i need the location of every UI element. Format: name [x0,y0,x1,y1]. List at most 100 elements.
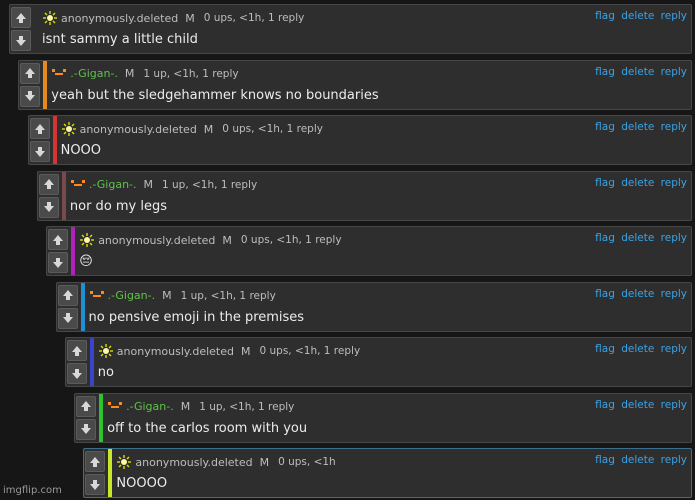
reply-link[interactable]: reply [661,399,687,411]
comment-actions: flag delete reply [592,66,687,78]
reply-link[interactable]: reply [661,177,687,189]
comment-5: anonymously.deleted M 0 ups, <1h, 1 repl… [46,226,692,276]
upvote-button[interactable] [76,395,97,417]
downvote-button[interactable] [66,363,87,384]
mod-badge: M [259,455,270,469]
reply-link[interactable]: reply [661,454,687,466]
comment-text: isnt sammy a little child [42,32,198,47]
comment-actions: flag delete reply [592,10,687,22]
comment-actions: flag delete reply [592,121,687,133]
vote-controls [38,172,60,220]
thread-depth-bar [43,60,48,109]
delete-link[interactable]: delete [621,454,654,466]
comment-header: anonymously.deleted M 0 ups, <1h, 1 repl… [98,343,687,359]
downvote-button[interactable] [11,30,31,51]
reply-link[interactable]: reply [661,10,687,22]
flag-link[interactable]: flag [595,121,615,133]
delete-link[interactable]: delete [621,10,654,22]
username-link[interactable]: anonymously.deleted [117,345,234,358]
mod-badge: M [124,67,135,80]
comment-actions: flag delete reply [592,399,687,411]
upvote-button[interactable] [85,451,106,472]
username-link[interactable]: anonymously.deleted [61,12,178,25]
comment-actions: flag delete reply [592,343,687,355]
downvote-button[interactable] [48,252,69,273]
reply-link[interactable]: reply [661,343,687,355]
flag-link[interactable]: flag [595,10,615,22]
comment-3: anonymously.deleted M 0 ups, <1h, 1 repl… [27,115,692,165]
upvote-button[interactable] [11,7,31,28]
comment-actions: flag delete reply [592,288,687,300]
flag-link[interactable]: flag [595,454,615,466]
comment-7: anonymously.deleted M 0 ups, <1h, 1 repl… [64,337,692,387]
comment-meta: 0 ups, <1h [278,456,336,468]
delete-link[interactable]: delete [621,343,654,355]
mod-badge: M [241,344,251,358]
username-link[interactable]: anonymously.deleted [80,123,197,136]
comment-text: NOOOO [116,476,168,491]
gigan-face-icon[interactable] [89,289,105,303]
comment-text: off to the carlos room with you [107,420,308,436]
upvote-button[interactable] [66,340,87,361]
reply-link[interactable]: reply [661,121,687,133]
flag-link[interactable]: flag [595,177,615,189]
downvote-button[interactable] [76,418,97,440]
sun-icon[interactable] [79,233,95,247]
downvote-button[interactable] [85,474,106,495]
sun-icon[interactable] [116,455,132,469]
comment-text: no [97,365,114,380]
gigan-face-icon[interactable] [107,400,123,414]
username-link[interactable]: .-Gigan-. [89,178,137,191]
comment-8: .-Gigan-. M 1 up, <1h, 1 reply flag dele… [74,392,692,443]
flag-link[interactable]: flag [595,232,615,244]
vote-controls [57,283,79,331]
username-link[interactable]: .-Gigan-. [108,289,156,302]
username-link[interactable]: .-Gigan-. [70,67,118,80]
delete-link[interactable]: delete [621,66,654,78]
comment-actions: flag delete reply [592,177,687,189]
comment-text: no pensive emoji in the premises [88,309,305,325]
flag-link[interactable]: flag [595,66,615,78]
delete-link[interactable]: delete [621,399,654,411]
downvote-button[interactable] [20,85,41,107]
downvote-button[interactable] [29,141,50,162]
thread-depth-bar [34,5,38,53]
comment-actions: flag delete reply [592,454,687,466]
thread-depth-bar [108,449,113,497]
downvote-button[interactable] [57,307,78,329]
delete-link[interactable]: delete [621,121,654,133]
delete-link[interactable]: delete [621,288,654,300]
comment-meta: 1 up, <1h, 1 reply [199,400,295,413]
sun-icon[interactable] [61,122,77,136]
comment-header: anonymously.deleted M 0 ups, <1h flag de… [116,454,687,470]
upvote-button[interactable] [20,62,41,84]
comment-meta: 0 ups, <1h, 1 reply [203,12,305,24]
flag-link[interactable]: flag [595,343,615,355]
comment-9: anonymously.deleted M 0 ups, <1h flag de… [83,448,692,498]
gigan-face-icon[interactable] [51,67,67,81]
username-link[interactable]: anonymously.deleted [98,234,215,247]
comment-meta: 0 ups, <1h, 1 reply [222,123,323,135]
gigan-face-icon[interactable] [70,178,86,192]
upvote-button[interactable] [29,118,50,139]
downvote-button[interactable] [38,196,59,218]
thread-depth-bar [80,282,85,331]
upvote-button[interactable] [48,229,69,250]
delete-link[interactable]: delete [621,232,654,244]
flag-link[interactable]: flag [595,288,615,300]
comment-meta: 1 up, <1h, 1 reply [162,178,258,191]
vote-controls [75,394,97,442]
username-link[interactable]: anonymously.deleted [135,456,252,469]
comment-6: .-Gigan-. M 1 up, <1h, 1 reply flag dele… [55,281,692,332]
reply-link[interactable]: reply [661,232,687,244]
flag-link[interactable]: flag [595,399,615,411]
reply-link[interactable]: reply [661,66,687,78]
username-link[interactable]: .-Gigan-. [126,400,174,413]
reply-link[interactable]: reply [661,288,687,300]
sun-icon[interactable] [42,11,58,25]
sun-icon[interactable] [98,344,114,358]
mod-badge: M [203,122,214,136]
delete-link[interactable]: delete [621,177,654,189]
upvote-button[interactable] [57,284,78,306]
upvote-button[interactable] [38,173,59,195]
